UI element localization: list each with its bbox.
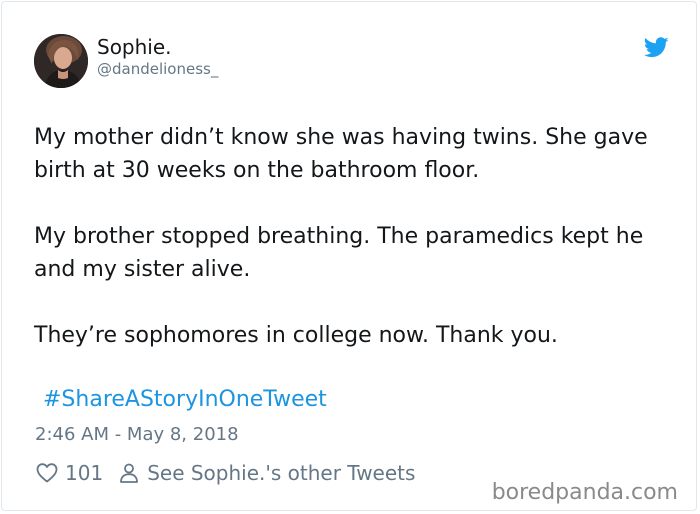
tweet-paragraph: They’re sophomores in college now. Thank… bbox=[34, 323, 558, 348]
avatar[interactable] bbox=[34, 34, 88, 88]
avatar-image bbox=[34, 34, 88, 88]
display-name[interactable]: Sophie. bbox=[97, 35, 172, 59]
tweet-card: Sophie. @dandelioness_ My mother didn’t … bbox=[1, 1, 697, 511]
see-other-tweets-link[interactable]: See Sophie.'s other Tweets bbox=[147, 461, 415, 485]
hashtag-link[interactable]: #ShareAStoryInOneTweet bbox=[43, 387, 327, 412]
tweet-actions: 101 See Sophie.'s other Tweets bbox=[35, 459, 415, 487]
heart-icon[interactable] bbox=[35, 461, 59, 485]
tweet-paragraph: My mother didn’t know she was having twi… bbox=[34, 125, 648, 183]
tweet-paragraph: My brother stopped breathing. The parame… bbox=[34, 224, 644, 282]
tweet-timestamp[interactable]: 2:46 AM - May 8, 2018 bbox=[35, 424, 239, 445]
like-count[interactable]: 101 bbox=[65, 461, 103, 485]
person-icon[interactable] bbox=[117, 461, 141, 485]
watermark: boredpanda.com bbox=[491, 480, 678, 505]
user-handle[interactable]: @dandelioness_ bbox=[97, 60, 218, 78]
twitter-bird-icon[interactable] bbox=[644, 37, 669, 58]
tweet-text: My mother didn’t know she was having twi… bbox=[34, 121, 684, 385]
